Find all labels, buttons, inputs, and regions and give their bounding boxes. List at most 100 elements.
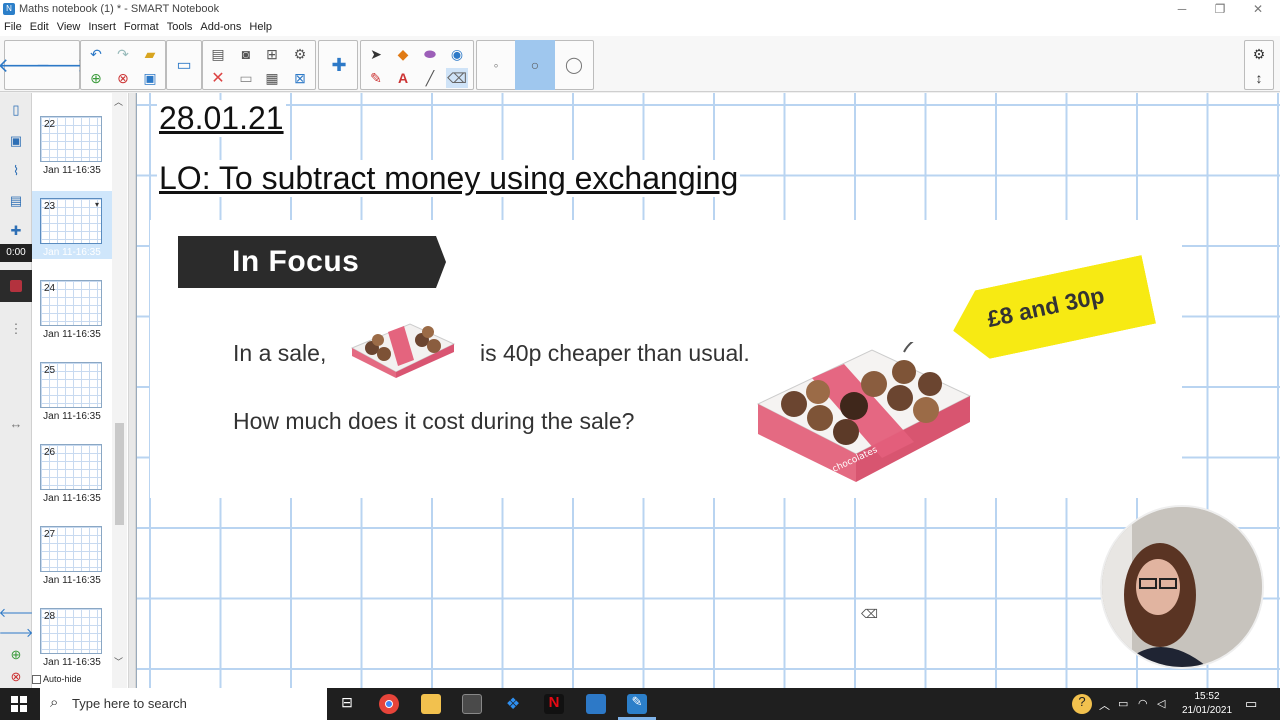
- in-focus-image[interactable]: In Focus In a sale, is 40p cheaper than …: [150, 220, 1182, 498]
- menu-file[interactable]: File: [0, 20, 26, 33]
- slide-date: Jan 11-16:35: [43, 493, 101, 504]
- scroll-down-icon[interactable]: ﹀: [114, 655, 123, 668]
- scrollbar-thumb[interactable]: [115, 423, 124, 525]
- resize-arrows-icon[interactable]: ↔: [6, 413, 26, 433]
- title-bar: N Maths notebook (1) * - SMART Notebook …: [0, 0, 1280, 20]
- smart-notebook-taskbar-icon[interactable]: ✎: [627, 694, 647, 714]
- small-chocolate-box-icon: [350, 323, 456, 378]
- tools-group: ▤ ◙ ⊞ ⚙ ✕ ▭ ▦ ⊠: [202, 40, 316, 90]
- autohide-checkbox[interactable]: [32, 675, 41, 685]
- display-group: ▭: [166, 40, 202, 90]
- windows-start-icon[interactable]: [11, 696, 27, 712]
- next-page-icon[interactable]: 🡒: [35, 55, 89, 77]
- slide-date: Jan 11-16:35: [43, 247, 101, 258]
- delete-page-icon[interactable]: ⊗: [112, 68, 134, 88]
- edit-group: ↶ ↷ ▰ ⊕ ⊗ ▣: [80, 40, 166, 90]
- attachments-icon[interactable]: ⌇: [6, 161, 26, 181]
- sidebar-next-icon[interactable]: 🡒: [0, 623, 33, 643]
- sidebar-prev-icon[interactable]: 🡐: [0, 603, 33, 623]
- autohide-option[interactable]: Auto-hide: [32, 674, 82, 685]
- page-sorter-icon[interactable]: ▯: [6, 100, 26, 120]
- save-icon[interactable]: ▣: [139, 68, 161, 88]
- gear-icon[interactable]: ⚙: [1248, 44, 1270, 64]
- display-screen-icon[interactable]: ▭: [173, 55, 195, 75]
- close-button[interactable]: ✕: [1238, 2, 1278, 16]
- recorder-timer: 0:00: [0, 244, 32, 262]
- add-page-icon[interactable]: ⊕: [85, 68, 107, 88]
- panel-divider[interactable]: [128, 93, 136, 688]
- eraser-medium-icon[interactable]: ○: [524, 55, 546, 75]
- redo-icon[interactable]: ↷: [112, 44, 134, 64]
- addons-group: ✚: [318, 40, 358, 90]
- text-icon[interactable]: A: [392, 68, 414, 88]
- menu-tools[interactable]: Tools: [163, 20, 197, 33]
- sidebar-delete-page-icon[interactable]: ⊗: [6, 667, 26, 687]
- menu-format[interactable]: Format: [120, 20, 163, 33]
- taskbar-search[interactable]: ⌕ Type here to search: [40, 688, 327, 720]
- settings-group: ⚙ ↕: [1244, 40, 1274, 90]
- screen-shade-icon[interactable]: ⚙: [289, 44, 311, 64]
- slide-menu-icon[interactable]: ▾: [95, 200, 99, 209]
- previous-page-icon[interactable]: 🡐: [0, 55, 51, 77]
- page-date[interactable]: 28.01.21: [157, 100, 286, 137]
- clock-time[interactable]: 15:52: [1182, 691, 1232, 702]
- slide-date: Jan 11-16:35: [43, 165, 101, 176]
- netflix-icon[interactable]: N: [544, 694, 564, 714]
- menu-bar: File Edit View Insert Format Tools Add-ons Help: [0, 20, 1280, 36]
- eraser-icon[interactable]: ⌫: [446, 68, 468, 88]
- paste-icon[interactable]: ▤: [207, 44, 229, 64]
- menu-addons[interactable]: Add-ons: [196, 20, 245, 33]
- shapes-icon[interactable]: ◆: [392, 44, 414, 64]
- line-icon[interactable]: ╱: [419, 68, 441, 88]
- file-explorer-icon[interactable]: [421, 694, 441, 714]
- store-icon[interactable]: [462, 694, 482, 714]
- notifications-icon[interactable]: ▭: [1245, 696, 1257, 712]
- menu-edit[interactable]: Edit: [26, 20, 53, 33]
- learning-objective[interactable]: LO: To subtract money using exchanging: [157, 160, 741, 197]
- screen-capture-icon[interactable]: ◙: [235, 44, 257, 64]
- task-view-icon[interactable]: ⊟: [337, 694, 357, 714]
- draw-group: ➤ ◆ ⬬ ◉ ✎ A ╱ ⌫: [360, 40, 474, 90]
- sidebar-add-page-icon[interactable]: ⊕: [6, 645, 26, 665]
- open-folder-icon[interactable]: ▰: [139, 44, 161, 64]
- minimize-button[interactable]: ─: [1162, 2, 1202, 16]
- addon-puzzle-icon[interactable]: ✚: [328, 55, 350, 75]
- properties-icon[interactable]: ▤: [6, 191, 26, 211]
- menu-help[interactable]: Help: [245, 20, 276, 33]
- eraser-options-group: ◦ ○ ◯: [476, 40, 594, 90]
- select-arrow-icon[interactable]: ➤: [365, 44, 387, 64]
- search-icon: ⌕: [50, 694, 59, 711]
- eraser-large-icon[interactable]: ◯: [563, 55, 585, 75]
- eraser-small-icon[interactable]: ◦: [485, 55, 507, 75]
- volume-icon[interactable]: ◁: [1157, 697, 1165, 710]
- wifi-icon[interactable]: ◠: [1138, 697, 1148, 710]
- chrome-icon[interactable]: [379, 694, 399, 714]
- fill-icon[interactable]: ◉: [446, 44, 468, 64]
- insert-table-icon[interactable]: ▦: [261, 68, 283, 88]
- full-screen-icon[interactable]: ▭: [235, 68, 257, 88]
- record-button[interactable]: [0, 270, 32, 302]
- delete-icon[interactable]: ✕: [207, 68, 229, 88]
- close-icon[interactable]: ⊠: [289, 68, 311, 88]
- battery-icon[interactable]: ▭: [1118, 697, 1128, 710]
- table-icon[interactable]: ⊞: [261, 44, 283, 64]
- addons-icon[interactable]: ✚: [6, 221, 26, 241]
- sorter-scrollbar[interactable]: ︿ ﹀: [112, 93, 127, 688]
- magic-pen-icon[interactable]: ⬬: [419, 44, 441, 64]
- tray-chevron-icon[interactable]: ︿: [1099, 697, 1110, 713]
- menu-view[interactable]: View: [53, 20, 85, 33]
- in-focus-banner: In Focus: [178, 236, 446, 288]
- dropbox-icon[interactable]: ❖: [503, 694, 523, 714]
- move-toolbar-icon[interactable]: ↕: [1248, 68, 1270, 88]
- help-icon[interactable]: ?: [1072, 694, 1092, 714]
- mail-icon[interactable]: [586, 694, 606, 714]
- menu-insert[interactable]: Insert: [84, 20, 120, 33]
- scroll-up-icon[interactable]: ︿: [114, 95, 123, 108]
- expand-handle-icon[interactable]: ⋮: [6, 319, 26, 339]
- gallery-icon[interactable]: ▣: [6, 131, 26, 151]
- undo-icon[interactable]: ↶: [85, 44, 107, 64]
- pens-icon[interactable]: ✎: [365, 68, 387, 88]
- slide-date: Jan 11-16:35: [43, 657, 101, 668]
- clock-date[interactable]: 21/01/2021: [1178, 705, 1236, 716]
- maximize-button[interactable]: ❐: [1200, 2, 1240, 16]
